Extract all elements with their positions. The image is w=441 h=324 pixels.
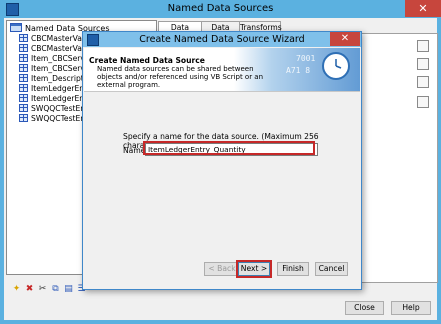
cut-icon[interactable]: ✂ [38, 285, 47, 294]
back-button[interactable]: < Back [204, 262, 240, 276]
window-close-button[interactable]: ✕ [405, 0, 441, 17]
refresh-button[interactable] [417, 96, 429, 108]
window-title-bar[interactable]: Named Data Sources ✕ [0, 0, 441, 18]
wizard-header: 7001 A71 8 Create Named Data Source Name… [84, 48, 360, 92]
dialog-title-bar[interactable]: Create Named Data Source Wizard ✕ [83, 32, 361, 47]
table-icon [19, 84, 28, 92]
table-icon [19, 114, 28, 122]
dialog-close-button[interactable]: ✕ [330, 32, 360, 46]
copy-icon[interactable]: ⧉ [51, 285, 60, 294]
folder-icon [10, 23, 22, 32]
table-icon [19, 54, 28, 62]
next-button-highlight [236, 260, 272, 278]
new-icon[interactable]: ✦ [12, 285, 21, 294]
header-description: Named data sources can be shared between… [97, 65, 264, 89]
dialog-title: Create Named Data Source Wizard [139, 34, 305, 45]
browse-button[interactable] [417, 40, 429, 52]
create-named-data-source-wizard: Create Named Data Source Wizard ✕ 7001 A… [82, 31, 362, 290]
browse-button[interactable] [417, 76, 429, 88]
browse-button[interactable] [417, 58, 429, 70]
name-input-highlight [143, 141, 315, 155]
window-title: Named Data Sources [167, 3, 274, 14]
table-icon [19, 104, 28, 112]
help-button[interactable]: Help [391, 301, 431, 315]
table-icon [19, 34, 28, 42]
table-icon [19, 74, 28, 82]
cancel-button[interactable]: Cancel [315, 262, 348, 276]
table-icon [19, 64, 28, 72]
paste-icon[interactable]: ▤ [64, 285, 73, 294]
clock-icon [322, 52, 350, 80]
delete-icon[interactable]: ✖ [25, 285, 34, 294]
banner-digits: 7001 [296, 54, 316, 63]
table-icon [19, 94, 28, 102]
finish-button[interactable]: Finish [277, 262, 309, 276]
table-icon [19, 44, 28, 52]
close-button[interactable]: Close [345, 301, 384, 315]
banner-digits: A71 8 [286, 66, 311, 75]
header-title: Create Named Data Source [89, 56, 205, 65]
